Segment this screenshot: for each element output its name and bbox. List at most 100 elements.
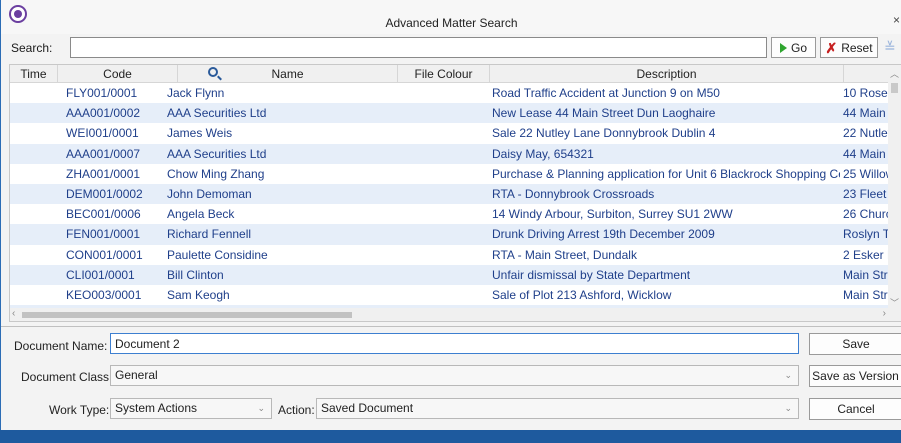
cell-name: AAA Securities Ltd: [167, 106, 267, 121]
document-class-label: Document Class:: [21, 370, 113, 384]
horizontal-scrollbar[interactable]: ‹ ›: [10, 308, 890, 321]
chevron-down-icon: ⌄: [257, 403, 265, 413]
cancel-button[interactable]: Cancel: [809, 398, 901, 420]
column-header-code[interactable]: Code: [58, 65, 218, 83]
grid-rows: FLY001/0001 Jack Flynn Road Traffic Accide…: [10, 83, 893, 321]
table-row[interactable]: CON001/0001 Paulette Considine RTA - Main …: [10, 245, 893, 265]
grid-header: Time Code Name File Colour Description: [10, 65, 901, 83]
cell-address: 44 Main: [843, 106, 886, 121]
reset-button[interactable]: ✗ Reset: [820, 37, 878, 58]
column-header-name[interactable]: Name: [178, 65, 398, 83]
cell-address: 44 Main: [843, 146, 886, 161]
advanced-matter-search-window: Advanced Matter Search × Search: Go ✗ Re…: [0, 0, 901, 430]
document-class-select[interactable]: General ⌄: [110, 365, 799, 386]
cell-description: Sale 22 Nutley Lane Donnybrook Dublin 4: [492, 126, 716, 141]
cell-address: 22 Nutley: [843, 126, 893, 141]
cell-description: Drunk Driving Arrest 19th December 2009: [492, 227, 715, 242]
cell-code: DEM001/0002: [66, 186, 143, 201]
scroll-up-icon[interactable]: ︿: [890, 67, 899, 80]
cell-description: RTA - Main Street, Dundalk: [492, 247, 637, 262]
cell-address: 26 Church: [843, 207, 893, 222]
cell-description: RTA - Donnybrook Crossroads: [492, 186, 655, 201]
column-header-file-colour[interactable]: File Colour: [398, 65, 490, 83]
cell-name: Paulette Considine: [167, 247, 268, 262]
cell-description: Daisy May, 654321: [492, 146, 594, 161]
table-row[interactable]: ZHA001/0001 Chow Ming Zhang Purchase & Pla…: [10, 164, 893, 184]
cell-description: Sale of Plot 213 Ashford, Wicklow: [492, 287, 672, 302]
cell-name: Bill Clinton: [167, 267, 224, 282]
chevron-down-icon: ⌄: [784, 370, 792, 380]
column-header-time[interactable]: Time: [10, 65, 58, 83]
cell-code: FEN001/0001: [66, 227, 141, 242]
reset-x-icon: ✗: [825, 39, 838, 56]
cell-code: WEI001/0001: [66, 126, 139, 141]
column-header-description[interactable]: Description: [490, 65, 844, 83]
table-row[interactable]: AAA001/0002 AAA Securities Ltd New Lease 4…: [10, 103, 890, 124]
cell-description: New Lease 44 Main Street Dun Laoghaire: [492, 106, 716, 121]
scroll-left-icon[interactable]: ‹: [12, 308, 15, 319]
search-label: Search:: [11, 41, 53, 55]
cell-description: 14 Windy Arbour, Surbiton, Surrey SU1 2W…: [492, 207, 733, 222]
document-name-input[interactable]: [110, 333, 799, 354]
table-row[interactable]: DEM001/0002 John Demoman RTA - Donnybrook …: [10, 183, 893, 205]
table-row[interactable]: FEN001/0001 Richard Fennell Drunk Driving …: [10, 224, 893, 245]
table-row[interactable]: WEI001/0001 James Weis Sale 22 Nutley Lane…: [10, 123, 893, 143]
save-as-version-button[interactable]: Save as Version: [809, 365, 901, 387]
cell-address: 23 Fleet S: [843, 186, 893, 201]
table-row[interactable]: CLI001/0001 Bill Clinton Unfair dismissal …: [10, 264, 893, 285]
cell-address: Main Stre: [843, 287, 893, 302]
table-row[interactable]: AAA001/0007 AAA Securities Ltd Daisy May, …: [10, 143, 890, 164]
action-label: Action:: [278, 403, 315, 417]
cell-address: 10 Rose: [843, 86, 888, 100]
cell-name: John Demoman: [167, 186, 252, 201]
cell-name: James Weis: [167, 126, 233, 141]
scroll-down-icon[interactable]: ﹀: [890, 296, 899, 309]
cell-code: CLI001/0001: [66, 267, 135, 282]
work-type-label: Work Type:: [49, 403, 110, 417]
cell-description: Road Traffic Accident at Junction 9 on M…: [492, 86, 720, 100]
cell-code: FLY001/0001: [66, 86, 138, 100]
window-title: Advanced Matter Search: [385, 16, 518, 30]
save-button[interactable]: Save: [809, 333, 901, 355]
collapse-chevrons-icon[interactable]: ≚: [884, 39, 896, 56]
cell-address: Roslyn Te: [843, 227, 893, 242]
search-input[interactable]: [70, 37, 767, 58]
document-save-form: Document Name: Save Document Class: Gene…: [1, 326, 901, 430]
horizontal-scroll-thumb[interactable]: [22, 312, 352, 318]
cell-address: 25 Willow: [843, 166, 893, 181]
title-bar: Advanced Matter Search ×: [1, 0, 901, 34]
cell-description: Purchase & Planning application for Unit…: [492, 166, 840, 181]
table-row[interactable]: KEO003/0001 Sam Keogh Sale of Plot 213 Ash…: [10, 285, 893, 305]
cell-code: AAA001/0007: [66, 146, 141, 161]
work-type-value: System Actions: [115, 401, 198, 415]
work-type-select[interactable]: System Actions ⌄: [110, 398, 272, 419]
column-header-code-label: Code: [103, 67, 132, 81]
cell-name: Richard Fennell: [167, 227, 252, 242]
cell-code: KEO003/0001: [66, 287, 142, 302]
cell-name: Sam Keogh: [167, 287, 230, 302]
cell-address: 2 Esker H: [843, 247, 893, 262]
play-icon: [779, 42, 787, 53]
close-icon[interactable]: ×: [893, 13, 900, 27]
cell-name: Jack Flynn: [167, 86, 225, 100]
table-row[interactable]: FLY001/0001 Jack Flynn Road Traffic Accide…: [10, 83, 890, 103]
scroll-right-icon[interactable]: ›: [883, 308, 886, 319]
reset-button-label: Reset: [841, 40, 873, 55]
go-button-label: Go: [790, 40, 807, 55]
action-value: Saved Document: [321, 401, 414, 415]
cell-name: AAA Securities Ltd: [167, 146, 267, 161]
chevron-down-icon: ⌄: [784, 403, 792, 413]
cell-code: CON001/0001: [66, 247, 143, 262]
document-class-value: General: [115, 368, 158, 382]
go-button[interactable]: Go: [771, 37, 816, 58]
action-select[interactable]: Saved Document ⌄: [316, 398, 799, 419]
vertical-scrollbar[interactable]: ︿ ﹀: [888, 65, 901, 321]
form-divider: [1, 326, 901, 327]
vertical-scroll-thumb[interactable]: [891, 83, 898, 93]
cell-name: Angela Beck: [167, 207, 235, 222]
cell-address: Main Stre: [843, 267, 893, 282]
matter-grid: Time Code Name File Colour Description F…: [9, 64, 901, 322]
status-bar: [0, 430, 901, 443]
table-row[interactable]: BEC001/0006 Angela Beck 14 Windy Arbour, S…: [10, 204, 893, 224]
cell-name: Chow Ming Zhang: [167, 166, 265, 181]
